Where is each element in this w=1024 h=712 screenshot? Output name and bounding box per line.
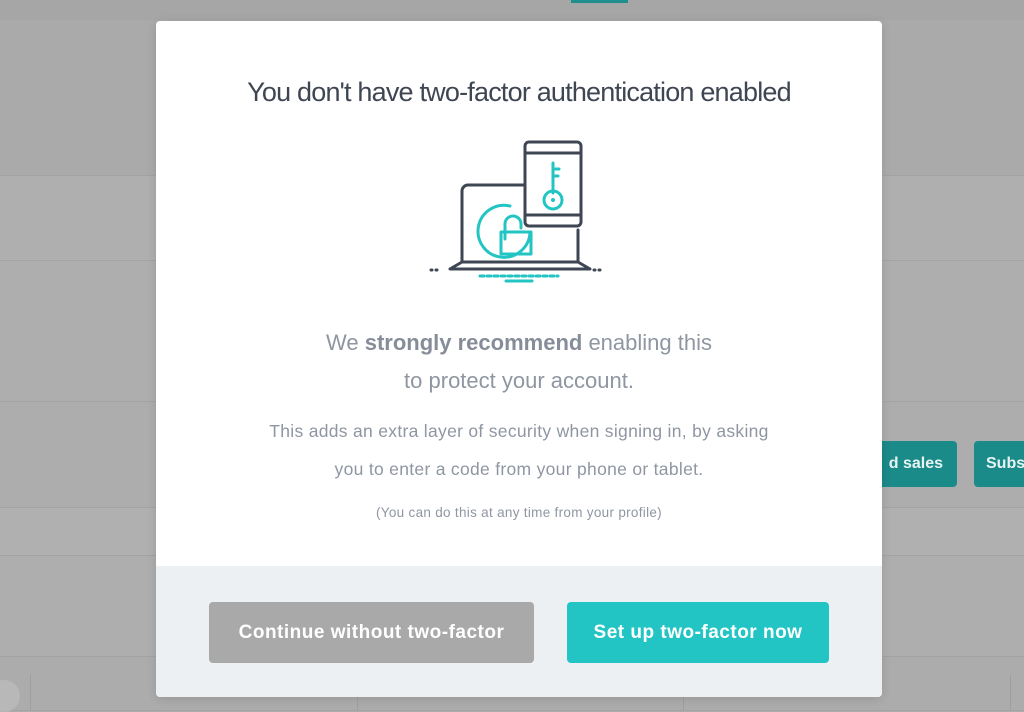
explanation-line-2: you to enter a code from your phone or t… (334, 459, 704, 479)
background-active-tab-indicator (571, 0, 628, 3)
continue-without-two-factor-button[interactable]: Continue without two-factor (209, 602, 534, 663)
laptop-phone-key-icon (429, 140, 606, 283)
recommendation-line-2: to protect your account. (404, 368, 634, 393)
setup-two-factor-button[interactable]: Set up two-factor now (567, 602, 829, 663)
modal-title: You don't have two-factor authentication… (247, 77, 791, 107)
background-column-divider (1010, 675, 1011, 710)
recommendation-text: We strongly recommend enabling this to p… (156, 324, 882, 400)
recommendation-emphasis: strongly recommend (364, 330, 583, 355)
background-subscriptions-button: Subs (974, 441, 1024, 487)
explanation-text: This adds an extra layer of security whe… (156, 412, 882, 488)
recommendation-suffix: enabling this (582, 330, 712, 355)
background-column-divider (30, 675, 31, 710)
background-top-bar (0, 0, 1024, 21)
recommendation-line-1: We strongly recommend enabling this (156, 324, 882, 362)
recommendation-prefix: We (326, 330, 365, 355)
two-factor-modal: You don't have two-factor authentication… (156, 21, 882, 697)
modal-footer: Continue without two-factor Set up two-f… (156, 566, 882, 697)
profile-note: (You can do this at any time from your p… (376, 505, 662, 520)
explanation-line-1: This adds an extra layer of security whe… (269, 421, 769, 441)
